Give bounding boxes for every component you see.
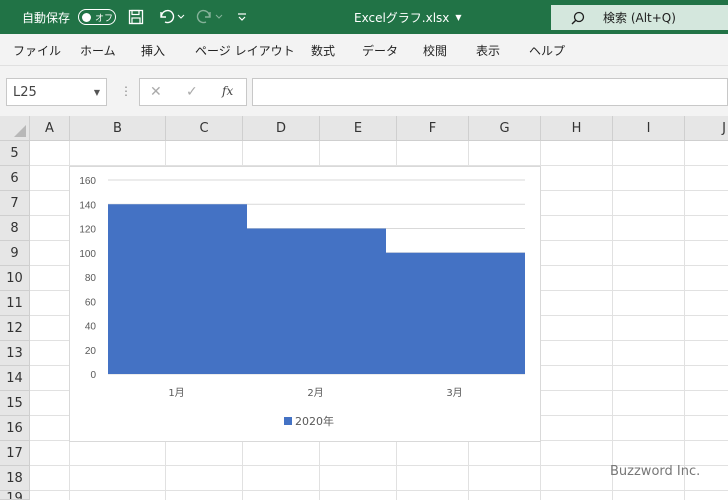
column-header-a[interactable]: A <box>30 116 70 141</box>
row-header-13[interactable]: 13 <box>0 341 30 366</box>
more-options-icon[interactable]: ⋮ <box>120 84 132 98</box>
tab-view[interactable]: 表示 <box>476 34 500 66</box>
column-header-g[interactable]: G <box>469 116 541 141</box>
formula-input[interactable] <box>252 78 728 106</box>
tab-file[interactable]: ファイル <box>13 34 61 66</box>
row-header-8[interactable]: 8 <box>0 216 30 241</box>
row-header-15[interactable]: 15 <box>0 391 30 416</box>
x-tick-label: 3月 <box>446 387 462 399</box>
undo-icon[interactable] <box>157 0 185 34</box>
column-header-f[interactable]: F <box>397 116 469 141</box>
column-header-h[interactable]: H <box>541 116 613 141</box>
bar-2[interactable] <box>247 228 386 375</box>
row-header-16[interactable]: 16 <box>0 416 30 441</box>
tab-home[interactable]: ホーム <box>80 34 116 66</box>
chart-object[interactable]: 0 20 40 60 80 100 120 140 160 1月 2月 3月 2020年 <box>69 166 541 442</box>
column-header-b[interactable]: B <box>70 116 166 141</box>
y-tick-label: 100 <box>79 249 96 260</box>
gridline <box>30 490 728 491</box>
column-header-i[interactable]: I <box>613 116 685 141</box>
search-icon <box>571 11 585 24</box>
tab-data[interactable]: データ <box>362 34 398 66</box>
y-tick-label: 80 <box>85 273 97 284</box>
y-tick-label: 20 <box>85 346 97 357</box>
column-header-e[interactable]: E <box>320 116 397 141</box>
y-tick-label: 140 <box>79 200 96 211</box>
row-header-5[interactable]: 5 <box>0 141 30 166</box>
row-header-14[interactable]: 14 <box>0 366 30 391</box>
toggle-knob <box>82 12 91 22</box>
tab-review[interactable]: 校閲 <box>423 34 447 66</box>
search-placeholder: 検索 (Alt+Q) <box>603 11 676 25</box>
bar-chart: 0 20 40 60 80 100 120 140 160 1月 2月 3月 <box>79 176 525 399</box>
y-tick-label: 40 <box>85 322 97 333</box>
tab-formulas[interactable]: 数式 <box>311 34 335 66</box>
bar-3[interactable] <box>386 252 525 374</box>
y-tick-label: 120 <box>79 225 96 236</box>
x-tick-label: 1月 <box>168 387 184 399</box>
row-header-6[interactable]: 6 <box>0 166 30 191</box>
save-icon[interactable] <box>128 0 144 34</box>
row-header-17[interactable]: 17 <box>0 441 30 466</box>
formula-buttons: ✕ ✓ fx <box>139 78 247 106</box>
chevron-down-icon: ▼ <box>455 12 462 22</box>
legend-label: 2020年 <box>295 415 334 428</box>
customize-toolbar-icon[interactable] <box>236 0 248 34</box>
column-header-j[interactable]: J <box>685 116 728 141</box>
tab-insert[interactable]: 挿入 <box>141 34 165 66</box>
y-tick-label: 160 <box>79 176 96 187</box>
row-header-19[interactable]: 19 <box>0 491 30 500</box>
bar-1[interactable] <box>108 204 247 374</box>
column-header-d[interactable]: D <box>243 116 320 141</box>
row-header-18[interactable]: 18 <box>0 466 30 491</box>
row-header-12[interactable]: 12 <box>0 316 30 341</box>
row-header-7[interactable]: 7 <box>0 191 30 216</box>
y-tick-label: 60 <box>85 297 97 308</box>
y-tick-label: 0 <box>90 370 96 381</box>
chevron-down-icon[interactable]: ▼ <box>94 88 100 97</box>
file-name[interactable]: Excelグラフ.xlsx ▼ <box>354 0 462 34</box>
ribbon-tabs: ファイル ホーム 挿入 ページ レイアウト 数式 データ 校閲 表示 ヘルプ <box>0 34 728 66</box>
formula-bar-area: L25 ▼ ⋮ ✕ ✓ fx <box>0 66 728 116</box>
file-name-text: Excelグラフ.xlsx <box>354 10 450 25</box>
insert-function-icon[interactable]: fx <box>222 84 233 98</box>
tab-help[interactable]: ヘルプ <box>529 34 565 66</box>
row-header-11[interactable]: 11 <box>0 291 30 316</box>
tab-page-layout[interactable]: ページ レイアウト <box>195 34 295 66</box>
search-box[interactable]: 検索 (Alt+Q) <box>551 5 728 30</box>
autosave-toggle[interactable]: オフ <box>78 9 116 25</box>
legend-swatch <box>284 417 292 425</box>
select-all-button[interactable] <box>0 116 30 141</box>
chart-legend[interactable]: 2020年 <box>284 413 334 429</box>
title-bar: 自動保存 オフ Excelグラフ.xlsx ▼ 検索 (Alt+Q) <box>0 0 728 34</box>
row-header-9[interactable]: 9 <box>0 241 30 266</box>
column-header-c[interactable]: C <box>166 116 243 141</box>
redo-icon[interactable] <box>196 0 224 34</box>
name-box-value: L25 <box>13 84 37 100</box>
autosave-label: 自動保存 <box>22 10 71 25</box>
autosave-state: オフ <box>95 13 114 24</box>
cancel-icon[interactable]: ✕ <box>150 84 162 100</box>
watermark: Buzzword Inc. <box>610 464 701 479</box>
row-header-10[interactable]: 10 <box>0 266 30 291</box>
x-tick-label: 2月 <box>307 387 323 399</box>
gridline <box>612 141 613 500</box>
gridline <box>684 141 685 500</box>
name-box[interactable]: L25 ▼ <box>6 78 107 106</box>
confirm-icon[interactable]: ✓ <box>186 84 198 100</box>
